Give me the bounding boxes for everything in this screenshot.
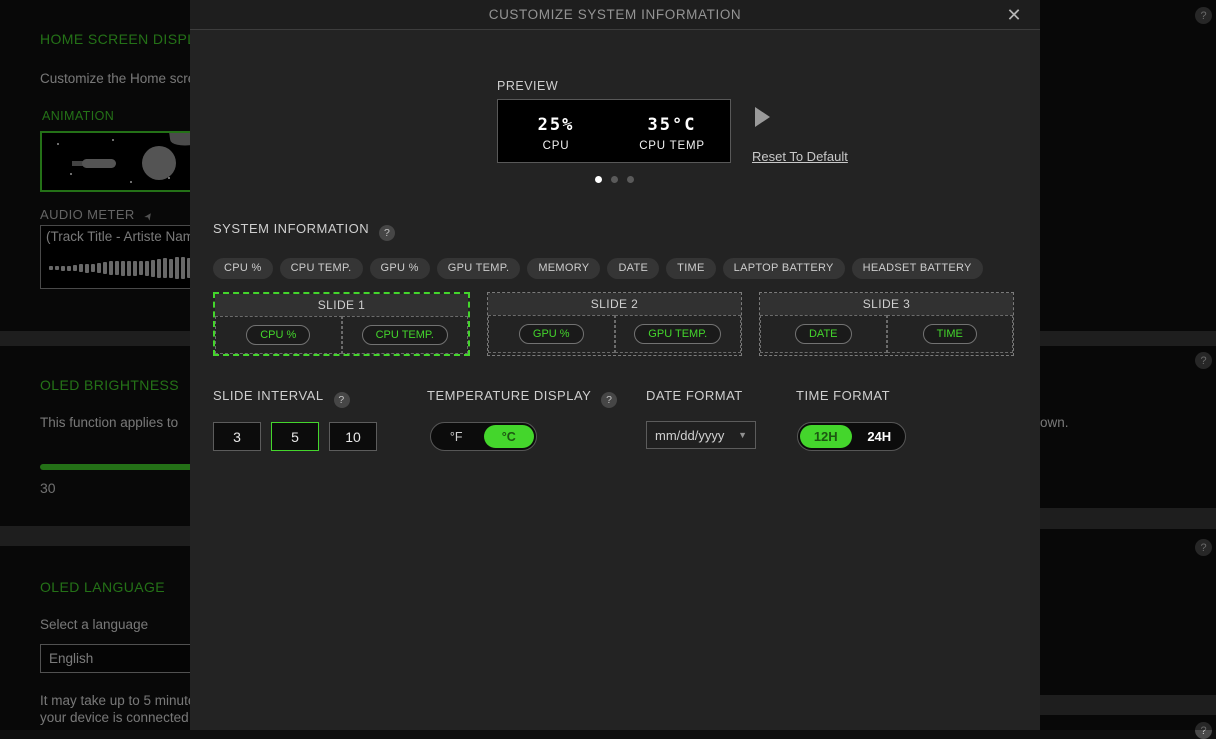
oled-value: 35°C xyxy=(648,115,697,135)
slide-item-pill[interactable]: GPU TEMP. xyxy=(634,324,721,344)
slide-3[interactable]: SLIDE 3 DATE TIME xyxy=(759,292,1014,356)
slide-drop-cell[interactable]: CPU TEMP. xyxy=(342,316,469,354)
chip-date[interactable]: DATE xyxy=(607,258,659,279)
system-information-label-text: SYSTEM INFORMATION xyxy=(213,221,369,236)
oled-value: 25% xyxy=(538,115,575,135)
slide-header: SLIDE 2 xyxy=(488,293,741,315)
dialog-body: PREVIEW 25% CPU35°C CPU TEMP Reset To De… xyxy=(190,30,1040,730)
temp-unit-c[interactable]: °C xyxy=(484,425,535,448)
slide-item-pill[interactable]: CPU % xyxy=(246,325,310,345)
chip-gpu-temp[interactable]: GPU TEMP. xyxy=(437,258,521,279)
system-info-chip-list: CPU % CPU TEMP. GPU % GPU TEMP. MEMORY DATE TI… xyxy=(213,258,983,279)
slide-dot-1[interactable] xyxy=(595,176,602,183)
dialog-title: CUSTOMIZE SYSTEM INFORMATION xyxy=(190,0,1040,30)
chip-memory[interactable]: MEMORY xyxy=(527,258,600,279)
temp-unit-f[interactable]: °F xyxy=(431,423,482,450)
slide-header: SLIDE 3 xyxy=(760,293,1013,315)
help-icon[interactable]: ? xyxy=(601,392,617,408)
slide-2[interactable]: SLIDE 2 GPU % GPU TEMP. xyxy=(487,292,742,356)
slide-1[interactable]: SLIDE 1 CPU % CPU TEMP. xyxy=(213,292,470,356)
oled-preview-screen: 25% CPU35°C CPU TEMP xyxy=(497,99,731,163)
chip-laptop-battery[interactable]: LAPTOP BATTERY xyxy=(723,258,845,279)
temperature-display-label-text: TEMPERATURE DISPLAY xyxy=(427,388,591,403)
temperature-unit-toggle: °F°C xyxy=(430,422,537,451)
system-information-label: SYSTEM INFORMATION? xyxy=(213,221,395,241)
temperature-display-label: TEMPERATURE DISPLAY? xyxy=(427,388,617,408)
slide-header: SLIDE 1 xyxy=(215,294,468,316)
preview-label: PREVIEW xyxy=(497,79,558,93)
slide-item-pill[interactable]: TIME xyxy=(923,324,977,344)
chip-cpu[interactable]: CPU % xyxy=(213,258,273,279)
slide-item-pill[interactable]: CPU TEMP. xyxy=(362,325,448,345)
slide-interval-options: 35 10 xyxy=(213,422,377,451)
slide-interval-label-text: SLIDE INTERVAL xyxy=(213,388,324,403)
reset-to-default-link[interactable]: Reset To Default xyxy=(752,149,848,164)
slide-item-pill[interactable]: GPU % xyxy=(519,324,584,344)
close-icon[interactable]: ✕ xyxy=(1000,0,1028,30)
interval-option-5[interactable]: 5 xyxy=(271,422,319,451)
time-format-toggle: 12H24H xyxy=(797,422,906,451)
help-icon[interactable]: ? xyxy=(379,225,395,241)
interval-option-10[interactable]: 10 xyxy=(329,422,377,451)
chevron-down-icon: ▼ xyxy=(738,430,747,440)
chip-time[interactable]: TIME xyxy=(666,258,715,279)
slide-drop-cell[interactable]: GPU % xyxy=(488,315,615,353)
slide-dot-3[interactable] xyxy=(627,176,634,183)
play-icon[interactable] xyxy=(755,107,770,127)
slide-drop-cell[interactable]: TIME xyxy=(887,315,1014,353)
slide-interval-label: SLIDE INTERVAL? xyxy=(213,388,350,408)
date-format-value: mm/dd/yyyy xyxy=(655,428,724,443)
slide-drop-cell[interactable]: DATE xyxy=(760,315,887,353)
slide-item-pill[interactable]: DATE xyxy=(795,324,852,344)
oled-label: CPU TEMP xyxy=(639,140,705,152)
slide-dot-2[interactable] xyxy=(611,176,618,183)
help-icon[interactable]: ? xyxy=(334,392,350,408)
dialog-header: CUSTOMIZE SYSTEM INFORMATION ✕ xyxy=(190,0,1040,30)
chip-cpu-temp[interactable]: CPU TEMP. xyxy=(280,258,363,279)
date-format-label: DATE FORMAT xyxy=(646,388,743,403)
oled-label: CPU xyxy=(543,140,570,152)
interval-option-3[interactable]: 3 xyxy=(213,422,261,451)
chip-headset-battery[interactable]: HEADSET BATTERY xyxy=(852,258,983,279)
slides-container: SLIDE 1 CPU % CPU TEMP. SLIDE 2 GPU % GP… xyxy=(213,292,1014,356)
slide-drop-cell[interactable]: CPU % xyxy=(215,316,342,354)
oled-preview-item: 25% CPU xyxy=(498,100,614,162)
preview-slide-dots xyxy=(497,176,731,183)
customize-system-information-dialog: CUSTOMIZE SYSTEM INFORMATION ✕ PREVIEW 2… xyxy=(190,0,1040,730)
date-format-dropdown[interactable]: mm/dd/yyyy ▼ xyxy=(646,421,756,449)
time-format-24h[interactable]: 24H xyxy=(854,423,906,450)
time-format-12h[interactable]: 12H xyxy=(800,425,852,448)
slide-drop-cell[interactable]: GPU TEMP. xyxy=(615,315,742,353)
chip-gpu[interactable]: GPU % xyxy=(370,258,430,279)
time-format-label: TIME FORMAT xyxy=(796,388,890,403)
oled-preview-item: 35°C CPU TEMP xyxy=(614,100,730,162)
